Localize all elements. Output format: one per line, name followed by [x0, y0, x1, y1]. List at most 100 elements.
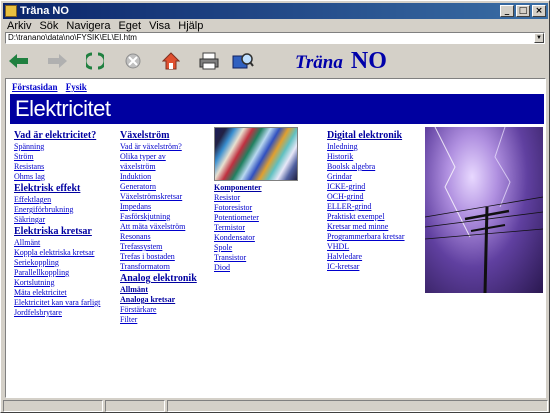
link-induktion[interactable]: Induktion	[120, 172, 197, 182]
subheading-analoga-kretsar[interactable]: Analoga kretsar	[120, 295, 197, 305]
link-ic-kretsar[interactable]: IC-kretsar	[327, 262, 405, 272]
status-pane-2	[105, 400, 165, 412]
link-halvledare[interactable]: Halvledare	[327, 252, 405, 262]
link-vad-ar-vaxelstrom[interactable]: Vad är växelström?	[120, 142, 197, 152]
heading-elektriska-kretsar[interactable]: Elektriska kretsar	[14, 226, 100, 238]
forward-arrow-icon[interactable]	[45, 49, 69, 73]
link-parallellkoppling[interactable]: Parallellkoppling	[14, 268, 100, 278]
subheading-komponenter[interactable]: Komponenter	[214, 183, 262, 193]
power-line-lightning-image	[425, 127, 543, 293]
link-koppla-kretsar[interactable]: Koppla elektriska kretsar	[14, 248, 100, 258]
toolbar: Träna NO	[3, 47, 548, 75]
link-spanning[interactable]: Spänning	[14, 142, 100, 152]
link-kondensator[interactable]: Kondensator	[214, 233, 262, 243]
link-spole[interactable]: Spole	[214, 243, 262, 253]
link-resistans[interactable]: Resistans	[14, 162, 100, 172]
browser-window: Träna NO _ □ × Arkiv Sök Navigera Eget V…	[0, 0, 550, 413]
link-allmant[interactable]: Allmänt	[14, 238, 100, 248]
address-value: D:\tranano\data\no\FYSIK\EL\EI.htm	[8, 33, 137, 42]
link-strom[interactable]: Ström	[14, 152, 100, 162]
column-ac: Växelström Vad är växelström? Olika type…	[120, 129, 197, 325]
link-vhdl[interactable]: VHDL	[327, 242, 405, 252]
heading-digital-elektronik[interactable]: Digital elektronik	[327, 130, 405, 142]
link-mata-elektricitet[interactable]: Mäta elektricitet	[14, 288, 100, 298]
link-generatorn[interactable]: Generatorn	[120, 182, 197, 192]
maximize-button[interactable]: □	[516, 5, 530, 17]
link-fotoresistor[interactable]: Fotoresistor	[214, 203, 262, 213]
column-electricity: Vad är elektricitet? Spänning Ström Resi…	[14, 129, 100, 318]
status-pane-3	[167, 400, 548, 412]
link-mata-vaxelstrom[interactable]: Att mäta växelström	[120, 222, 197, 232]
link-impedans[interactable]: Impedans	[120, 202, 197, 212]
page-title: Elektricitet	[10, 94, 544, 124]
brand-logo: Träna NO	[295, 48, 387, 75]
menu-eget[interactable]: Eget	[114, 19, 145, 33]
link-kretsar-med-minne[interactable]: Kretsar med minne	[327, 222, 405, 232]
link-effektlagen[interactable]: Effektlagen	[14, 195, 100, 205]
link-resistor[interactable]: Resistor	[214, 193, 262, 203]
close-button[interactable]: ×	[532, 5, 546, 17]
stop-icon[interactable]	[121, 49, 145, 73]
link-eller-grind[interactable]: ELLER-grind	[327, 202, 405, 212]
link-potentiometer[interactable]: Potentiometer	[214, 213, 262, 223]
link-historik[interactable]: Historik	[327, 152, 405, 162]
status-bar	[3, 400, 548, 412]
link-kortslutning[interactable]: Kortslutning	[14, 278, 100, 288]
refresh-icon[interactable]	[83, 49, 107, 73]
link-diod[interactable]: Diod	[214, 263, 262, 273]
menu-visa[interactable]: Visa	[145, 19, 174, 33]
address-field[interactable]: D:\tranano\data\no\FYSIK\EL\EI.htm ▼	[5, 32, 545, 44]
link-trefassystem[interactable]: Trefassystem	[120, 242, 197, 252]
breadcrumb-fysik[interactable]: Fysik	[66, 82, 87, 92]
search-book-icon[interactable]	[231, 49, 255, 73]
menu-sok[interactable]: Sök	[35, 19, 62, 33]
link-energiforbrukning[interactable]: Energiförbrukning	[14, 205, 100, 215]
link-boolsk-algebra[interactable]: Boolsk algebra	[327, 162, 405, 172]
brand-no: NO	[350, 47, 387, 74]
menu-hjalp[interactable]: Hjälp	[174, 19, 207, 33]
breadcrumb-forstasidan[interactable]: Förstasidan	[12, 82, 58, 92]
link-termistor[interactable]: Termistor	[214, 223, 262, 233]
home-icon[interactable]	[159, 49, 183, 73]
link-transformatorn[interactable]: Transformatorn	[120, 262, 197, 272]
title-bar: Träna NO _ □ ×	[3, 3, 548, 19]
link-ohms-lag[interactable]: Ohms lag	[14, 172, 100, 182]
link-inledning[interactable]: Inledning	[327, 142, 405, 152]
heading-elektrisk-effekt[interactable]: Elektrisk effekt	[14, 183, 100, 195]
link-transistor[interactable]: Transistor	[214, 253, 262, 263]
link-forstarkare[interactable]: Förstärkare	[120, 305, 197, 315]
heading-analog-elektronik[interactable]: Analog elektronik	[120, 273, 197, 285]
link-resonans[interactable]: Resonans	[120, 232, 197, 242]
link-och-grind[interactable]: OCH-grind	[327, 192, 405, 202]
link-filter[interactable]: Filter	[120, 315, 197, 325]
link-fasforskjutning[interactable]: Fasförskjutning	[120, 212, 197, 222]
link-sakringar[interactable]: Säkringar	[14, 215, 100, 225]
link-vaxelstromskretsar[interactable]: Växelströmskretsar	[120, 192, 197, 202]
link-grindar[interactable]: Grindar	[327, 172, 405, 182]
column-digital: Digital elektronik Inledning Historik Bo…	[327, 129, 405, 272]
app-icon	[5, 5, 17, 17]
link-praktiskt-exempel[interactable]: Praktiskt exempel	[327, 212, 405, 222]
link-vaxelstrom[interactable]: växelström	[120, 162, 197, 172]
page-content: Förstasidan Fysik Elektricitet Vad är el…	[5, 78, 546, 398]
brand-text: Träna	[295, 51, 343, 73]
link-olika-typer[interactable]: Olika typer av	[120, 152, 197, 162]
link-trefas-bostaden[interactable]: Trefas i bostaden	[120, 252, 197, 262]
heading-vad-ar-elektricitet[interactable]: Vad är elektricitet?	[14, 130, 100, 142]
column-components: Komponenter Resistor Fotoresistor Potent…	[214, 183, 262, 273]
link-programmerbara-kretsar[interactable]: Programmerbara kretsar	[327, 232, 405, 242]
print-icon[interactable]	[197, 49, 221, 73]
link-seriekoppling[interactable]: Seriekoppling	[14, 258, 100, 268]
breadcrumb: Förstasidan Fysik	[12, 82, 93, 92]
subheading-allmant[interactable]: Allmänt	[120, 285, 197, 295]
menu-arkiv[interactable]: Arkiv	[3, 19, 35, 33]
menu-navigera[interactable]: Navigera	[62, 19, 114, 33]
link-icke-grind[interactable]: ICKE-grind	[327, 182, 405, 192]
link-jordfelsbrytare[interactable]: Jordfelsbrytare	[14, 308, 100, 318]
address-dropdown-icon[interactable]: ▼	[534, 33, 544, 43]
heading-vaxelstrom[interactable]: Växelström	[120, 130, 197, 142]
minimize-button[interactable]: _	[500, 5, 514, 17]
link-farligt[interactable]: Elektricitet kan vara farligt	[14, 298, 100, 308]
menu-bar: Arkiv Sök Navigera Eget Visa Hjälp	[3, 19, 548, 33]
back-arrow-icon[interactable]	[7, 49, 31, 73]
